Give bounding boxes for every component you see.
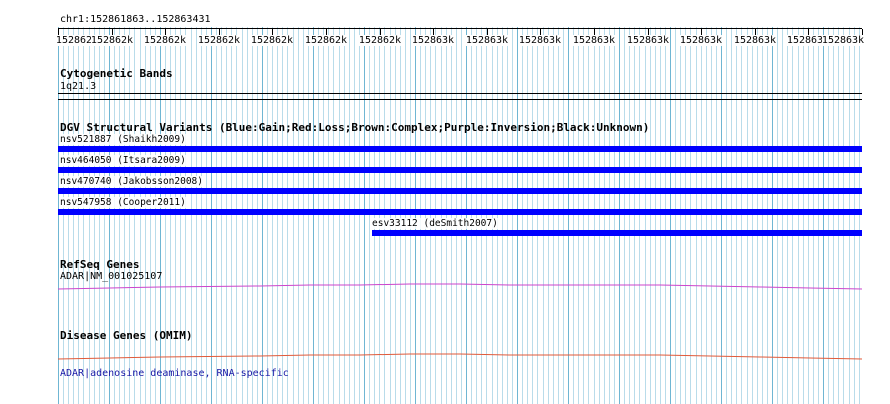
omim-gene-model[interactable] [57, 353, 863, 360]
gene-models [57, 283, 863, 360]
omim-gene-label[interactable]: ADAR|adenosine deaminase, RNA-specific [60, 368, 289, 379]
refseq-gene-model[interactable] [57, 283, 863, 290]
track-title-disease-genes-omim: Disease Genes (OMIM) [60, 329, 193, 342]
genome-browser-view: chr1:152861863..152863431 152862k 152862k… [0, 0, 890, 404]
